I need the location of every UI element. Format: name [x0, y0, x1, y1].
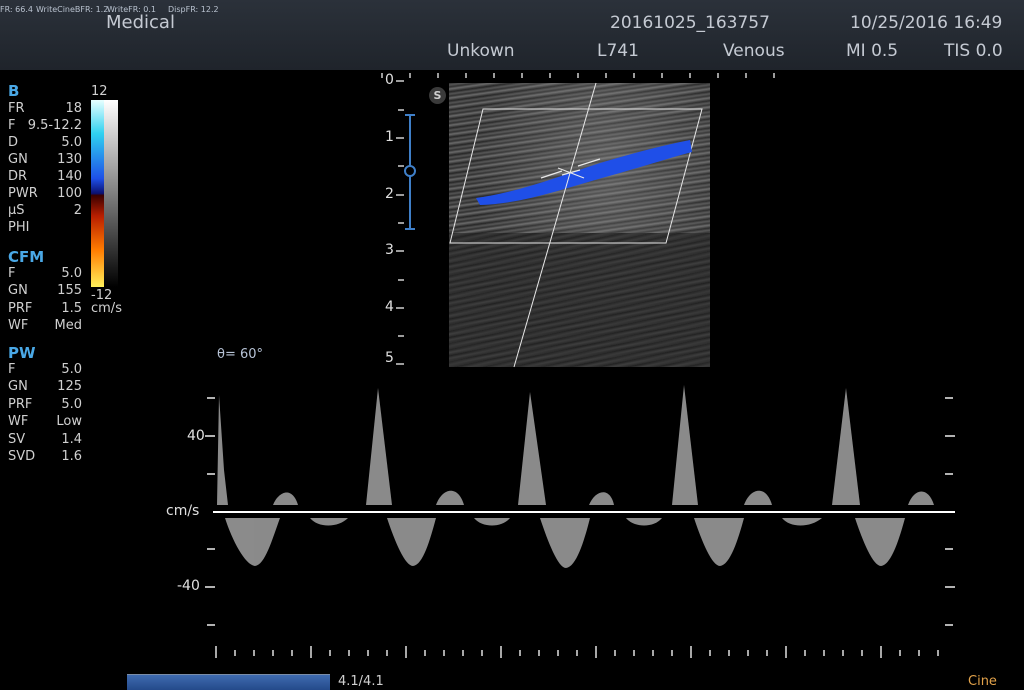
velocity-label-positive: 40	[187, 428, 205, 444]
overlay-graphics	[205, 73, 955, 658]
cine-progress-bar[interactable]	[127, 674, 330, 690]
spectral-waveform	[217, 385, 934, 568]
cine-button[interactable]: Cine	[968, 674, 997, 689]
baseline-unit-label: cm/s	[166, 503, 200, 519]
focus-range-icon[interactable]	[404, 114, 416, 230]
doppler-angle-readout: θ= 60°	[217, 347, 264, 362]
cine-progress-fill	[127, 675, 330, 690]
lateral-tick-row	[381, 73, 775, 78]
velocity-label-negative: -40	[177, 578, 200, 594]
doppler-cursor-line[interactable]	[513, 82, 597, 368]
depth-ticks	[396, 80, 404, 365]
time-axis-ticks	[215, 646, 939, 658]
color-flow-vessel	[476, 140, 692, 205]
cine-frame-count: 4.1/4.1	[338, 674, 384, 689]
